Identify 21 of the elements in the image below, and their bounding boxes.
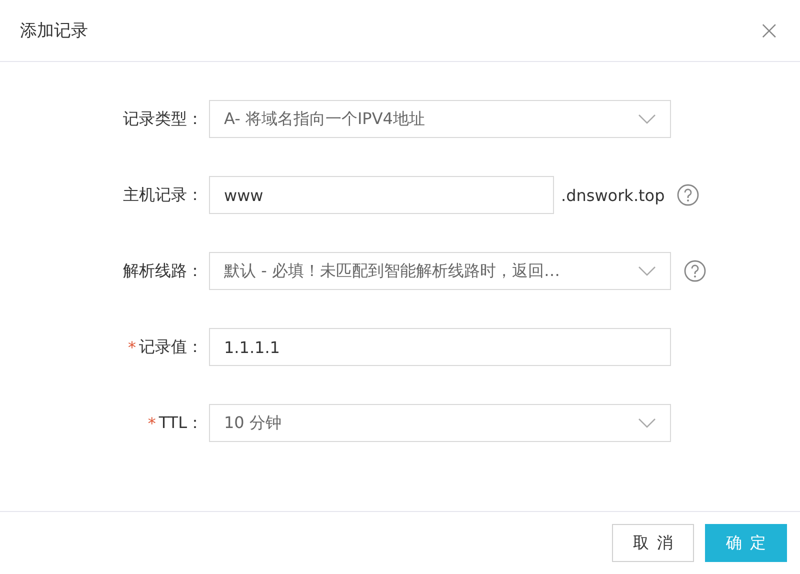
field-label: 主机记录： xyxy=(123,184,203,206)
dialog-title: 添加记录 xyxy=(20,20,88,42)
select-field[interactable]: A- 将域名指向一个IPV4地址 xyxy=(209,100,671,138)
chevron-down-icon xyxy=(638,266,656,276)
select-field[interactable]: 10 分钟 xyxy=(209,404,671,442)
close-button[interactable]: × xyxy=(758,18,780,44)
select-field[interactable]: 默认 - 必填！未匹配到智能解析线路时，返回… xyxy=(209,252,671,290)
input-field[interactable]: 1.1.1.1 xyxy=(209,328,671,366)
help-icon[interactable] xyxy=(684,260,706,282)
field-label: 记录类型： xyxy=(123,108,203,130)
help-icon[interactable] xyxy=(676,184,699,206)
field-label: 解析线路： xyxy=(123,260,203,282)
chevron-down-icon xyxy=(638,418,656,428)
field-label: TTL： xyxy=(158,412,203,434)
chevron-down-icon xyxy=(638,114,656,124)
required-mark: * xyxy=(128,338,136,356)
cancel-button[interactable]: 取消 xyxy=(612,524,694,562)
required-mark: * xyxy=(148,414,156,432)
domain-suffix: .dnswork.top xyxy=(561,186,665,204)
input-field[interactable]: www xyxy=(209,176,554,214)
field-label: 记录值： xyxy=(139,336,203,358)
